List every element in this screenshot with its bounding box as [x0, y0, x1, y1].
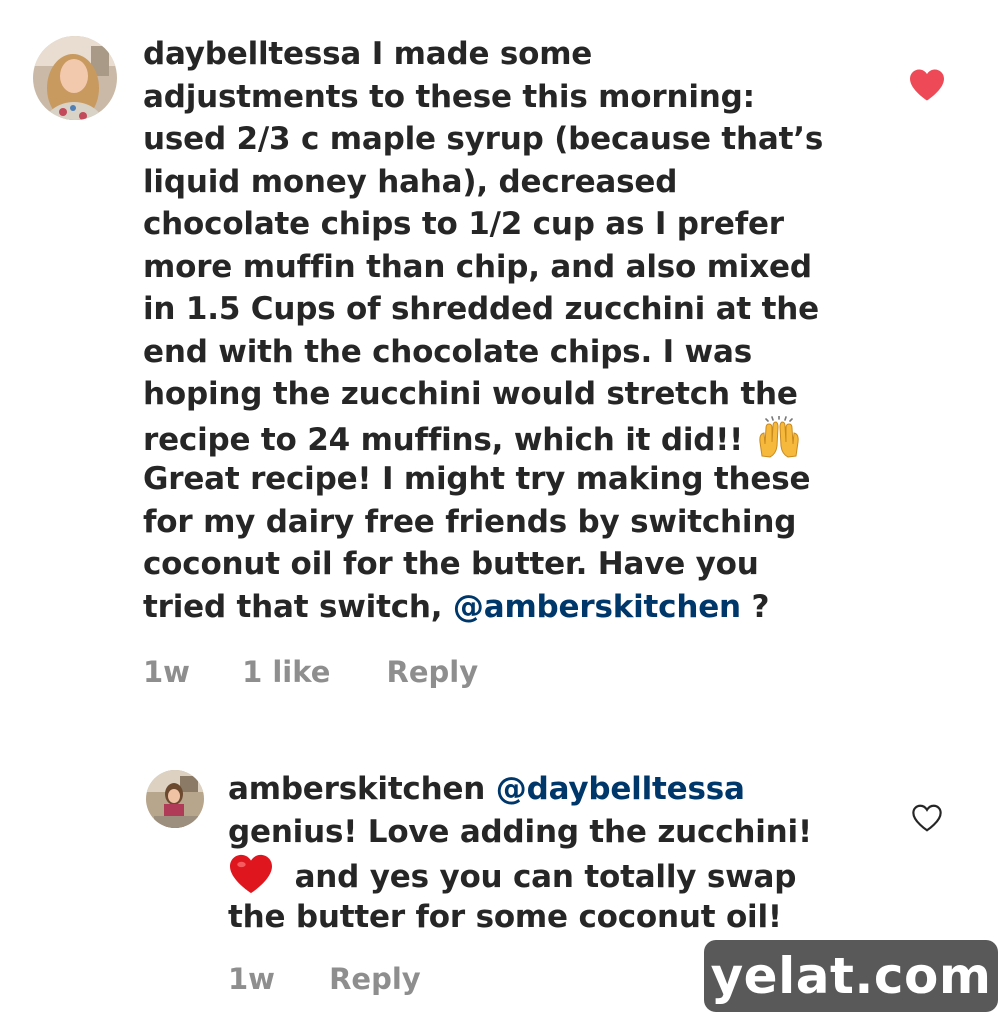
comment-line: liquid money haha), decreased [143, 163, 678, 200]
reply-button[interactable]: Reply [387, 655, 479, 689]
comment-text: ? [740, 588, 770, 625]
comment-line: daybelltessa I made some [143, 33, 823, 76]
mention-link[interactable]: @amberskitchen [453, 589, 741, 625]
reply-button[interactable]: Reply [329, 962, 421, 996]
watermark: yelat.com [704, 940, 998, 1012]
comment-line: genius! Love adding the zucchini! [228, 813, 812, 850]
comment-text: tried that switch, [143, 588, 453, 625]
heart-outline-icon [912, 804, 942, 832]
reply-username[interactable]: amberskitchen [228, 771, 485, 807]
reply-body: amberskitchen @daybelltessa genius! Love… [228, 768, 812, 938]
comment-line: the butter for some coconut oil! [228, 898, 782, 935]
avatar-image [146, 770, 204, 828]
raising-hands-emoji-icon [759, 415, 799, 458]
comment-username[interactable]: daybelltessa [143, 36, 361, 72]
comment-line: used 2/3 c maple syrup (because that’s [143, 121, 824, 157]
like-button[interactable] [910, 803, 944, 833]
comment-line: amberskitchen @daybelltessa [228, 768, 812, 811]
comment-line: more muffin than chip, and also mixed [143, 248, 812, 285]
comment-line: end with the chocolate chips. I was [143, 333, 752, 370]
avatar-image [33, 36, 117, 120]
comment-time: 1w [228, 962, 275, 996]
comment-line: tried that switch, @amberskitchen ? [143, 586, 823, 629]
likes-count[interactable]: 1 like [242, 655, 330, 689]
comment-line: chocolate chips to 1/2 cup as I prefer [143, 206, 784, 242]
mention-link[interactable]: @daybelltessa [496, 771, 745, 807]
comment-line: for my dairy free friends by switching [143, 503, 797, 540]
comment-line: and yes you can totally swap [228, 853, 812, 896]
comment-line: Great recipe! I might try making these [143, 461, 811, 497]
reply-meta: 1w Reply [228, 962, 421, 996]
comment-text: I made some [361, 36, 593, 72]
comment-meta: 1w 1 like Reply [143, 655, 478, 689]
comment-body: daybelltessa I made some adjustments to … [143, 33, 823, 628]
comment-line: coconut oil for the butter. Have you [143, 546, 759, 582]
red-heart-emoji-icon [230, 854, 272, 894]
comment-line: adjustments to these this morning: [143, 78, 755, 115]
avatar-daybelltessa[interactable] [33, 36, 117, 120]
comment-line: hoping the zucchini would stretch the [143, 376, 798, 412]
heart-filled-icon [910, 69, 944, 101]
comment-text: and yes you can totally swap [284, 859, 797, 895]
comment-line: in 1.5 Cups of shredded zucchini at the [143, 291, 819, 327]
avatar-amberskitchen[interactable] [146, 770, 204, 828]
comment-time: 1w [143, 655, 190, 689]
comment-text: recipe to 24 muffins, which it did!! [143, 421, 754, 458]
like-button[interactable] [908, 68, 946, 102]
comment-line: recipe to 24 muffins, which it did!! [143, 415, 823, 459]
